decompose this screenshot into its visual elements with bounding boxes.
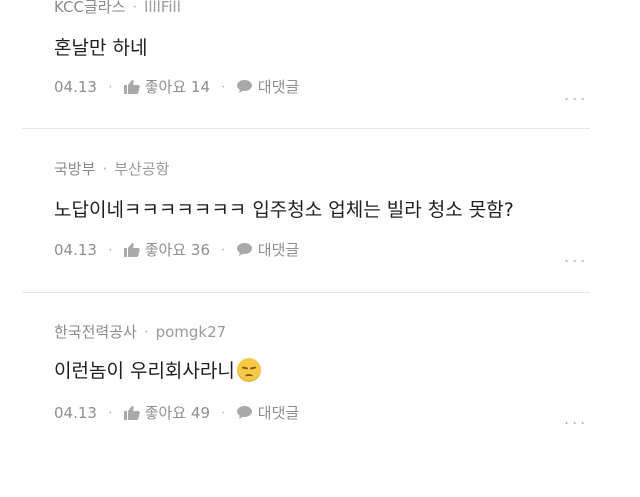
comment-actions: 04.13 · 좋아요 14 · 대댓글	[54, 76, 299, 97]
company-name[interactable]: 국방부	[54, 158, 95, 179]
like-count: 36	[190, 240, 211, 259]
like-label: 좋아요	[144, 241, 187, 259]
comment-meta: 한국전력공사 · pomgk27	[54, 321, 226, 342]
thumbs-up-icon	[123, 405, 140, 420]
company-name[interactable]: KCC글라스	[54, 0, 125, 17]
comment-meta: 국방부 · 부산공항	[54, 158, 169, 179]
separator-dot: ·	[107, 240, 113, 259]
reply-label: 대댓글	[257, 404, 300, 422]
comment-date: 04.13	[54, 403, 97, 422]
more-options-icon[interactable]: ...	[564, 411, 588, 427]
comment-actions: 04.13 · 좋아요 36 · 대댓글	[54, 239, 299, 260]
company-name[interactable]: 한국전력공사	[54, 321, 137, 342]
divider	[22, 292, 590, 293]
separator-dot: ·	[132, 0, 138, 16]
nickname[interactable]: 부산공항	[114, 158, 169, 179]
comment-text-content: 혼날만 하네	[54, 37, 148, 59]
thumbs-up-icon	[123, 242, 140, 257]
separator-dot: ·	[221, 240, 226, 259]
divider	[22, 128, 590, 129]
like-button[interactable]: 좋아요 14	[123, 76, 211, 97]
separator-dot: ·	[107, 403, 113, 422]
separator-dot: ·	[107, 77, 113, 96]
comment-text-content: 노답이네ㅋㅋㅋㅋㅋㅋㅋ 입주청소 업체는 빌라 청소 못함?	[54, 199, 514, 221]
comment-text: 노답이네ㅋㅋㅋㅋㅋㅋㅋ 입주청소 업체는 빌라 청소 못함?	[54, 195, 514, 222]
separator-dot: ·	[221, 403, 226, 422]
thumbs-up-icon	[123, 79, 140, 94]
like-count: 14	[190, 77, 211, 96]
separator-dot: ·	[143, 322, 149, 341]
like-count: 49	[190, 403, 211, 422]
comment-text: 이런놈이 우리회사라니	[54, 356, 261, 383]
like-label: 좋아요	[144, 78, 187, 96]
nickname[interactable]: llllFill	[144, 0, 181, 16]
separator-dot: ·	[102, 159, 108, 178]
like-button[interactable]: 좋아요 49	[123, 402, 211, 423]
pensive-face-icon	[236, 357, 261, 382]
comment-text-content: 이런놈이 우리회사라니	[54, 360, 235, 382]
separator-dot: ·	[221, 77, 226, 96]
comment-meta: KCC글라스 · llllFill	[54, 0, 181, 17]
comment-date: 04.13	[54, 240, 97, 259]
reply-button[interactable]: 대댓글	[236, 239, 300, 260]
reply-label: 대댓글	[257, 78, 300, 96]
like-label: 좋아요	[144, 404, 187, 422]
speech-bubble-icon	[236, 406, 252, 419]
reply-button[interactable]: 대댓글	[236, 402, 300, 423]
speech-bubble-icon	[236, 243, 252, 256]
more-options-icon[interactable]: ...	[564, 87, 588, 103]
comment-actions: 04.13 · 좋아요 49 · 대댓글	[54, 402, 299, 423]
nickname[interactable]: pomgk27	[156, 323, 227, 341]
speech-bubble-icon	[236, 80, 252, 93]
more-options-icon[interactable]: ...	[564, 249, 588, 265]
reply-button[interactable]: 대댓글	[236, 76, 300, 97]
comment-date: 04.13	[54, 77, 97, 96]
reply-label: 대댓글	[257, 241, 300, 259]
like-button[interactable]: 좋아요 36	[123, 239, 211, 260]
comment-text: 혼날만 하네	[54, 33, 147, 60]
